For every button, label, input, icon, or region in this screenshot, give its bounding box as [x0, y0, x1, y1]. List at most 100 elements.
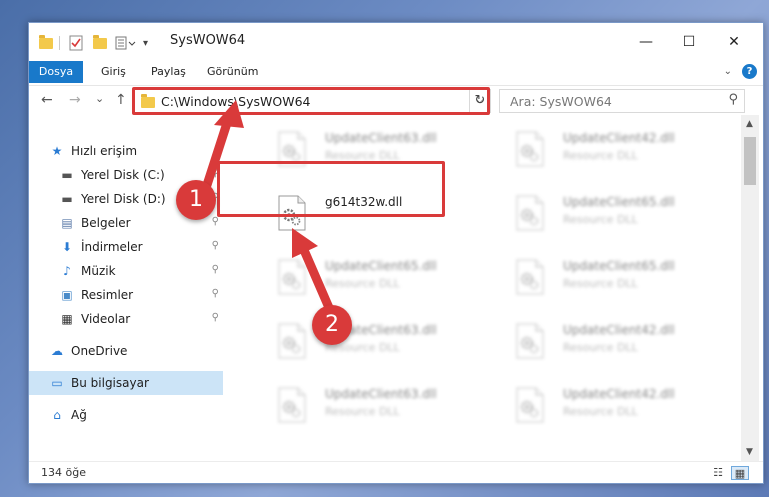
chevron-down-icon[interactable]: ⌄ — [724, 66, 732, 77]
sidebar-item[interactable]: ☁ OneDrive — [29, 339, 223, 363]
file-item[interactable]: UpdateClient65.dll Resource DLL — [259, 251, 495, 307]
maximize-button[interactable]: ☐ — [674, 29, 704, 55]
star-icon: ★ — [51, 144, 63, 158]
tab-view[interactable]: Görünüm — [195, 61, 270, 83]
file-item[interactable]: UpdateClient42.dll Resource DLL — [497, 315, 733, 371]
sidebar-item[interactable]: ⬇ İndirmeler ⚲ — [29, 235, 223, 259]
window-title: SysWOW64 — [170, 33, 246, 48]
file-name: UpdateClient65.dll — [325, 259, 437, 273]
back-button[interactable]: ← — [41, 92, 53, 108]
pin-icon[interactable]: ⚲ — [212, 288, 219, 299]
navigation-pane: ★ Hızlı erişim ▬ Yerel Disk (C:) ⚲ ▬ Yerel Dis… — [29, 115, 225, 465]
properties-icon[interactable] — [69, 34, 83, 52]
file-type: Resource DLL — [563, 149, 638, 162]
search-placeholder: Ara: SysWOW64 — [510, 94, 612, 109]
file-type: Resource DLL — [563, 277, 638, 290]
large-icons-view-icon[interactable]: ▦ — [731, 466, 749, 480]
scroll-up-icon[interactable]: ▲ — [746, 119, 753, 129]
new-folder-icon[interactable] — [93, 34, 107, 52]
file-highlight-box — [217, 161, 445, 217]
help-icon[interactable]: ? — [742, 64, 757, 79]
download-icon: ⬇ — [61, 240, 73, 254]
recent-locations-button[interactable]: ⌄ — [95, 92, 104, 105]
forward-button[interactable]: → — [69, 92, 81, 108]
scroll-down-icon[interactable]: ▼ — [746, 447, 753, 457]
dll-file-icon — [278, 259, 306, 295]
tab-home[interactable]: Giriş — [89, 61, 138, 83]
dll-file-icon — [516, 259, 544, 295]
network-icon: ⌂ — [53, 408, 61, 422]
sidebar-item-label: Yerel Disk (C:) — [81, 168, 165, 182]
ribbon-tabs: Dosya Giriş Paylaş Görünüm ⌄ ? — [29, 61, 763, 83]
file-type: Resource DLL — [325, 277, 400, 290]
dll-file-icon — [278, 387, 306, 423]
minimize-button[interactable]: — — [631, 29, 661, 55]
pictures-icon: ▣ — [61, 288, 73, 302]
search-icon: ⚲ — [728, 92, 738, 107]
sidebar-item-label: Bu bilgisayar — [71, 376, 149, 390]
pin-icon[interactable]: ⚲ — [212, 312, 219, 323]
sidebar-item-label: Videolar — [81, 312, 131, 326]
sidebar-item[interactable]: ♪ Müzik ⚲ — [29, 259, 223, 283]
dll-file-icon — [516, 131, 544, 167]
file-name: UpdateClient63.dll — [325, 131, 437, 145]
file-name: UpdateClient42.dll — [563, 387, 675, 401]
file-item[interactable]: UpdateClient65.dll Resource DLL — [497, 251, 733, 307]
sidebar-item[interactable]: ▦ Videolar ⚲ — [29, 307, 223, 331]
music-icon: ♪ — [63, 264, 71, 278]
file-item[interactable]: UpdateClient63.dll Resource DLL — [259, 379, 495, 435]
close-button[interactable]: ✕ — [719, 29, 749, 55]
divider — [59, 36, 60, 50]
sidebar-item-label: Resimler — [81, 288, 134, 302]
videos-icon: ▦ — [61, 312, 73, 326]
scroll-thumb[interactable] — [744, 137, 756, 185]
sidebar-item-label: Yerel Disk (D:) — [81, 192, 166, 206]
title-bar: ▾ SysWOW64 — ☐ ✕ — [29, 23, 763, 61]
explorer-window: ▾ SysWOW64 — ☐ ✕ Dosya Giriş Paylaş Görü… — [28, 22, 764, 484]
details-view-icon[interactable]: ☷ — [709, 466, 727, 480]
customize-toolbar-icon[interactable] — [115, 34, 137, 52]
drive-icon: ▬ — [61, 168, 73, 182]
pin-icon[interactable]: ⚲ — [212, 216, 219, 227]
sidebar-item[interactable]: ▭ Bu bilgisayar — [29, 371, 223, 395]
vertical-scrollbar[interactable]: ▲ ▼ — [741, 115, 759, 461]
cloud-icon: ☁ — [51, 344, 63, 358]
drive-icon: ▬ — [61, 192, 73, 206]
sidebar-item[interactable]: ▣ Resimler ⚲ — [29, 283, 223, 307]
sidebar-item[interactable]: ★ Hızlı erişim — [29, 139, 223, 163]
file-item[interactable]: UpdateClient65.dll Resource DLL — [497, 187, 733, 243]
file-name: UpdateClient42.dll — [563, 323, 675, 337]
step-1-badge: 1 — [176, 180, 216, 220]
file-type: Resource DLL — [563, 213, 638, 226]
file-item[interactable]: UpdateClient63.dll Resource DLL — [259, 315, 495, 371]
item-count: 134 öğe — [41, 466, 86, 479]
file-item[interactable]: UpdateClient42.dll Resource DLL — [497, 379, 733, 435]
up-button[interactable]: ↑ — [115, 92, 127, 108]
sidebar-item-label: Belgeler — [81, 216, 131, 230]
file-name: UpdateClient42.dll — [563, 131, 675, 145]
file-type: Resource DLL — [325, 405, 400, 418]
sidebar-item-label: OneDrive — [71, 344, 128, 358]
file-name: UpdateClient63.dll — [325, 387, 437, 401]
documents-icon: ▤ — [61, 216, 73, 230]
search-input[interactable]: Ara: SysWOW64 ⚲ — [499, 89, 745, 113]
folder-icon — [39, 34, 53, 52]
pin-icon[interactable]: ⚲ — [212, 240, 219, 251]
sidebar-item-label: İndirmeler — [81, 240, 143, 254]
pin-icon[interactable]: ⚲ — [212, 264, 219, 275]
sidebar-item-label: Ağ — [71, 408, 87, 422]
quick-access-dropdown-icon[interactable]: ▾ — [143, 34, 148, 52]
file-name: UpdateClient65.dll — [563, 259, 675, 273]
tab-file[interactable]: Dosya — [29, 61, 83, 83]
dll-file-icon — [516, 387, 544, 423]
dll-file-icon — [516, 323, 544, 359]
navigation-bar: ← → ⌄ ↑ C:\Windows\SysWOW64 ⌵ ↻ Ara: Sys… — [29, 85, 763, 115]
step-2-badge: 2 — [312, 305, 352, 345]
tab-share[interactable]: Paylaş — [139, 61, 198, 83]
dll-file-icon — [516, 195, 544, 231]
file-item[interactable]: UpdateClient42.dll Resource DLL — [497, 123, 733, 179]
sidebar-item-label: Müzik — [81, 264, 116, 278]
sidebar-item[interactable]: ⌂ Ağ — [29, 403, 223, 427]
file-name: UpdateClient65.dll — [563, 195, 675, 209]
address-highlight-box — [132, 87, 490, 115]
